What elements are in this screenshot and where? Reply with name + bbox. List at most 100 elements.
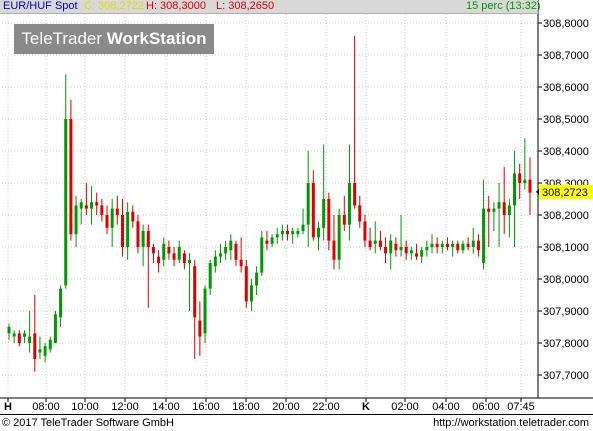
candle-body [409,250,413,254]
candle-body [471,240,475,247]
y-tick-label: 308,5000 [543,114,589,126]
footer-url-link[interactable]: http://workstation.teletrader.com [433,415,589,431]
candle-body [224,247,228,254]
candle-body [420,250,424,257]
candle-body [394,243,398,251]
x-tick-label: 14:00 [152,401,180,413]
candle-body [53,314,57,343]
close-label: C: 308,2722 [84,0,144,12]
candle-body [64,119,68,286]
x-tick-label: H [4,401,12,413]
candle-body [445,243,449,247]
candle-body [337,215,341,260]
candle-body [502,202,506,215]
candle-body [244,266,248,302]
x-tick-label: 12:00 [111,401,139,413]
candle-body [59,288,63,318]
y-tick-label: 307,9000 [543,306,589,318]
candle-body [131,211,135,222]
candle-body [435,243,439,247]
candle-body [399,247,403,251]
candle-body [115,208,119,215]
candle-body [327,199,331,241]
candle-body [456,243,460,251]
candle-body [38,349,42,353]
candle-body [84,205,88,209]
candle-body [430,243,434,247]
candle-body [43,346,47,356]
candle-body [79,202,83,209]
candle-body [249,285,253,302]
candle-body [368,240,372,247]
candle-body [95,202,99,206]
candle-body [162,243,166,260]
candle-body [317,227,321,238]
candle-body [7,327,11,334]
candle-body [311,183,315,238]
candle-body [172,253,176,260]
candle-body [110,208,114,228]
x-tick-label: 10:00 [71,401,99,413]
footer: © 2017 TeleTrader Software GmbH http://w… [0,414,593,431]
candle-body [322,199,326,228]
instrument-label: EUR/HUF Spot [3,0,78,12]
x-tick-label: K [362,401,370,413]
high-label: H: 308,3000 [146,0,206,12]
candle-body [358,205,362,222]
y-tick-label: 308,4000 [543,146,589,158]
watermark-text-bold: WorkStation [106,29,207,48]
chart-window: 308,8000 308,7000 308,6000 308,5000 308,4000… [0,0,593,431]
y-tick-label: 308,7000 [543,50,589,62]
candle-body [492,208,496,212]
candle-body [528,179,532,193]
candle-body [182,253,186,263]
x-tick-label: 07:45 [507,401,535,413]
candle-body [270,237,274,244]
candle-body [177,247,181,260]
y-tick-label: 308,6000 [543,82,589,94]
x-axis-ticks: H 08:00 10:00 12:00 14:00 16:00 18:00 20:00 22:0… [4,398,535,413]
candle-body [440,243,444,247]
y-axis-ticks: 308,8000 308,7000 308,6000 308,5000 308,4000… [538,18,589,382]
candle-body [461,243,465,251]
candle-body [378,240,382,247]
candle-body [203,288,207,334]
candle-body [425,247,429,251]
y-tick-label: 308,2000 [543,210,589,222]
candle-body [100,205,104,215]
candle-body [466,243,470,247]
candle-body [306,183,310,225]
candle-body [198,320,202,337]
x-tick-label: 02:00 [391,401,419,413]
price-chart: 308,8000 308,7000 308,6000 308,5000 308,4000… [0,0,593,413]
last-price-label: 308,2723 [542,187,588,199]
candle-body [229,240,233,251]
candle-body [146,231,150,247]
y-tick-label: 308,8000 [543,18,589,30]
candle-body [239,259,243,267]
y-tick-label: 307,8000 [543,338,589,350]
candle-body [74,205,78,235]
candle-body [141,231,145,247]
watermark-logo: TeleTrader WorkStation [14,24,214,54]
candle-body [188,259,192,263]
candle-body [507,205,511,215]
x-tick-label: 22:00 [312,401,340,413]
candle-body [193,266,197,318]
candle-body [482,208,486,263]
candle-body [384,247,388,254]
candle-body [518,173,522,183]
candle-body [476,240,480,251]
candle-body [151,247,155,254]
candle-body [513,173,517,206]
candle-body [342,215,346,225]
candle-body [291,231,295,235]
candle-body [497,202,501,209]
x-tick-label: 08:00 [32,401,60,413]
last-price-marker: 308,2723 [536,184,593,199]
candle-body [218,253,222,257]
candle-body [28,336,32,343]
candle-body [33,333,37,359]
candle-body [389,240,393,254]
y-tick-label: 307,7000 [543,370,589,382]
